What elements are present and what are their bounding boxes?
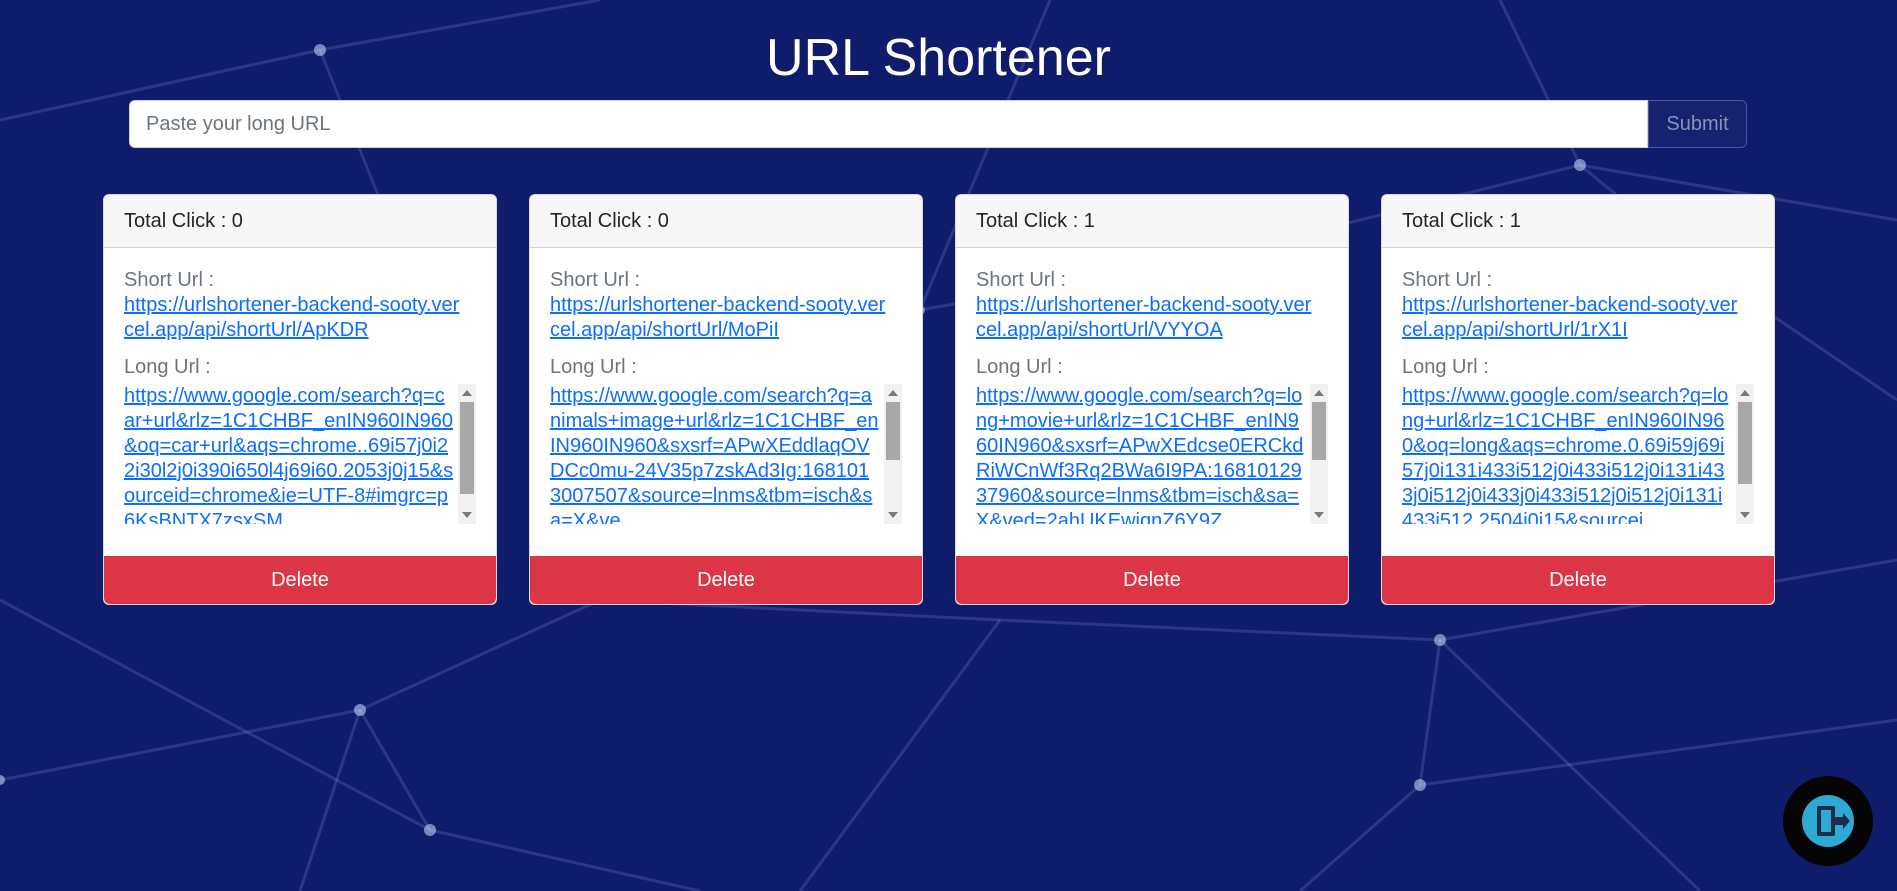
card-body: Short Url : https://urlshortener-backend… xyxy=(104,248,496,556)
url-card: Total Click : 0 Short Url : https://urls… xyxy=(103,194,497,605)
total-click-count: Total Click : 0 xyxy=(530,195,922,248)
scroll-down-arrow-icon[interactable] xyxy=(888,512,898,518)
url-form: Submit xyxy=(129,100,1747,148)
long-url-scroll-area: https://www.google.com/search?q=long+mov… xyxy=(976,384,1328,524)
short-url-label: Short Url : xyxy=(550,269,641,291)
card-body: Short Url : https://urlshortener-backend… xyxy=(1382,248,1774,556)
total-click-count: Total Click : 0 xyxy=(104,195,496,248)
long-url-label: Long Url : xyxy=(976,356,1063,378)
scroll-thumb[interactable] xyxy=(1738,402,1752,484)
scroll-thumb[interactable] xyxy=(886,402,900,460)
long-url-label: Long Url : xyxy=(1402,356,1489,378)
page: URL Shortener Submit Total Click : 0 Sho… xyxy=(0,0,1897,891)
url-card: Total Click : 0 Short Url : https://urls… xyxy=(529,194,923,605)
scroll-thumb[interactable] xyxy=(460,402,474,494)
short-url-label: Short Url : xyxy=(124,269,215,291)
short-url-link[interactable]: https://urlshortener-backend-sooty.verce… xyxy=(550,293,890,343)
long-url-label: Long Url : xyxy=(550,356,637,378)
long-url-scroll-area: https://www.google.com/search?q=animals+… xyxy=(550,384,902,524)
scroll-up-arrow-icon[interactable] xyxy=(1314,390,1324,396)
delete-button[interactable]: Delete xyxy=(530,556,922,604)
delete-button[interactable]: Delete xyxy=(1382,556,1774,604)
url-card: Total Click : 1 Short Url : https://urls… xyxy=(1381,194,1775,605)
short-url-link[interactable]: https://urlshortener-backend-sooty.verce… xyxy=(124,293,464,343)
long-url-scroll-area: https://www.google.com/search?q=car+url&… xyxy=(124,384,476,524)
scroll-up-arrow-icon[interactable] xyxy=(462,390,472,396)
scroll-thumb[interactable] xyxy=(1312,402,1326,460)
url-card: Total Click : 1 Short Url : https://urls… xyxy=(955,194,1349,605)
long-url-link[interactable]: https://www.google.com/search?q=long+mov… xyxy=(976,384,1306,524)
card-body: Short Url : https://urlshortener-backend… xyxy=(956,248,1348,556)
url-card-list: Total Click : 0 Short Url : https://urls… xyxy=(103,194,1775,605)
long-url-link[interactable]: https://www.google.com/search?q=car+url&… xyxy=(124,384,454,524)
long-url-scroll-area: https://www.google.com/search?q=long+url… xyxy=(1402,384,1754,524)
short-url-label: Short Url : xyxy=(976,269,1067,291)
long-url-scrollbar[interactable] xyxy=(1310,384,1328,524)
long-url-input[interactable] xyxy=(129,100,1648,148)
long-url-scrollbar[interactable] xyxy=(1736,384,1754,524)
total-click-count: Total Click : 1 xyxy=(1382,195,1774,248)
long-url-link[interactable]: https://www.google.com/search?q=animals+… xyxy=(550,384,880,524)
submit-button[interactable]: Submit xyxy=(1648,100,1747,148)
short-url-link[interactable]: https://urlshortener-backend-sooty.verce… xyxy=(976,293,1316,343)
delete-button[interactable]: Delete xyxy=(956,556,1348,604)
long-url-scrollbar[interactable] xyxy=(884,384,902,524)
short-url-label: Short Url : xyxy=(1402,269,1493,291)
scroll-up-arrow-icon[interactable] xyxy=(1740,390,1750,396)
page-title: URL Shortener xyxy=(766,29,1111,87)
total-click-count: Total Click : 1 xyxy=(956,195,1348,248)
floating-extension-button[interactable] xyxy=(1783,776,1873,866)
scroll-up-arrow-icon[interactable] xyxy=(888,390,898,396)
long-url-label: Long Url : xyxy=(124,356,211,378)
long-url-scrollbar[interactable] xyxy=(458,384,476,524)
long-url-link[interactable]: https://www.google.com/search?q=long+url… xyxy=(1402,384,1732,524)
scroll-down-arrow-icon[interactable] xyxy=(462,512,472,518)
short-url-link[interactable]: https://urlshortener-backend-sooty.verce… xyxy=(1402,293,1742,343)
scroll-down-arrow-icon[interactable] xyxy=(1740,512,1750,518)
scroll-down-arrow-icon[interactable] xyxy=(1314,512,1324,518)
delete-button[interactable]: Delete xyxy=(104,556,496,604)
exit-door-icon xyxy=(1802,795,1854,847)
card-body: Short Url : https://urlshortener-backend… xyxy=(530,248,922,556)
